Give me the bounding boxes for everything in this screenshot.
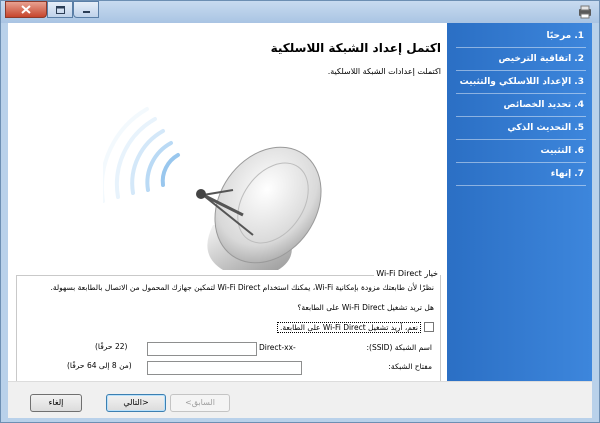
step-divider: [456, 162, 586, 163]
close-button[interactable]: [5, 1, 47, 18]
step-license: 2. اتفاقية الترخيص: [498, 54, 584, 64]
wifi-direct-checkbox[interactable]: [424, 322, 434, 332]
maximize-button[interactable]: [47, 1, 73, 18]
step-smart-update: 5. التحديث الذكي: [507, 123, 584, 133]
client-area: اكتمل إعداد الشبكة اللاسلكية اكتملت إعدا…: [8, 23, 592, 418]
page-title: اكتمل إعداد الشبكة اللاسلكية: [270, 41, 441, 55]
installer-window: اكتمل إعداد الشبكة اللاسلكية اكتملت إعدا…: [0, 0, 600, 423]
wifi-direct-checkbox-row[interactable]: نعم، أريد تشغيل Wi-Fi Direct على الطابعة…: [277, 321, 434, 333]
close-icon: [21, 5, 31, 14]
button-bar: إلغاء التالي> <السابق: [8, 381, 592, 418]
cancel-button[interactable]: إلغاء: [30, 394, 82, 412]
wifi-direct-checkbox-label[interactable]: نعم، أريد تشغيل Wi-Fi Direct على الطابعة…: [277, 321, 421, 333]
step-divider: [456, 93, 586, 94]
step-divider: [456, 70, 586, 71]
network-key-label: مفتاح الشبكة:: [388, 362, 432, 371]
step-divider: [456, 116, 586, 117]
page-subtitle: اكتملت إعدادات الشبكة اللاسلكية.: [327, 67, 441, 76]
back-button[interactable]: <السابق: [170, 394, 230, 412]
minimize-button[interactable]: [73, 1, 99, 18]
satellite-dish-illustration: [103, 107, 322, 270]
wifi-direct-group: خيار Wi-Fi Direct نظرًا لأن طابعتك مزودة…: [16, 269, 441, 383]
step-divider: [456, 139, 586, 140]
minimize-icon: [82, 10, 90, 13]
ssid-hint: (22 حرفًا): [95, 342, 128, 351]
title-bar: [1, 1, 599, 23]
step-divider: [456, 47, 586, 48]
step-wireless-setup: 3. الإعداد اللاسلكي والتثبيت: [459, 77, 584, 87]
step-select-features: 4. تحديد الخصائص: [503, 100, 584, 110]
next-button[interactable]: التالي>: [106, 394, 166, 412]
step-install: 6. التثبيت: [540, 146, 584, 156]
window-controls: [5, 1, 99, 19]
ssid-label: اسم الشبكة (SSID):: [366, 343, 432, 352]
network-key-hint: (من 8 إلى 64 حرفًا): [67, 361, 132, 370]
step-divider: [456, 185, 586, 186]
ssid-input[interactable]: [147, 342, 257, 356]
maximize-icon: [55, 5, 65, 14]
app-icon: [579, 5, 591, 19]
step-welcome: 1. مرحبًا: [546, 31, 584, 41]
ssid-prefix: Direct-xx-: [259, 343, 296, 352]
wifi-direct-question: هل تريد تشغيل Wi-Fi Direct على الطابعة؟: [297, 303, 434, 312]
network-key-input[interactable]: [147, 361, 302, 375]
step-finish: 7. إنهاء: [550, 169, 584, 179]
steps-sidebar: 1. مرحبًا 2. اتفاقية الترخيص 3. الإعداد …: [447, 23, 592, 381]
wifi-direct-group-label: خيار Wi-Fi Direct: [374, 269, 440, 278]
content-pane: اكتمل إعداد الشبكة اللاسلكية اكتملت إعدا…: [8, 23, 447, 383]
wifi-direct-description: نظرًا لأن طابعتك مزودة بإمكانية Wi-Fi، ي…: [50, 283, 434, 292]
